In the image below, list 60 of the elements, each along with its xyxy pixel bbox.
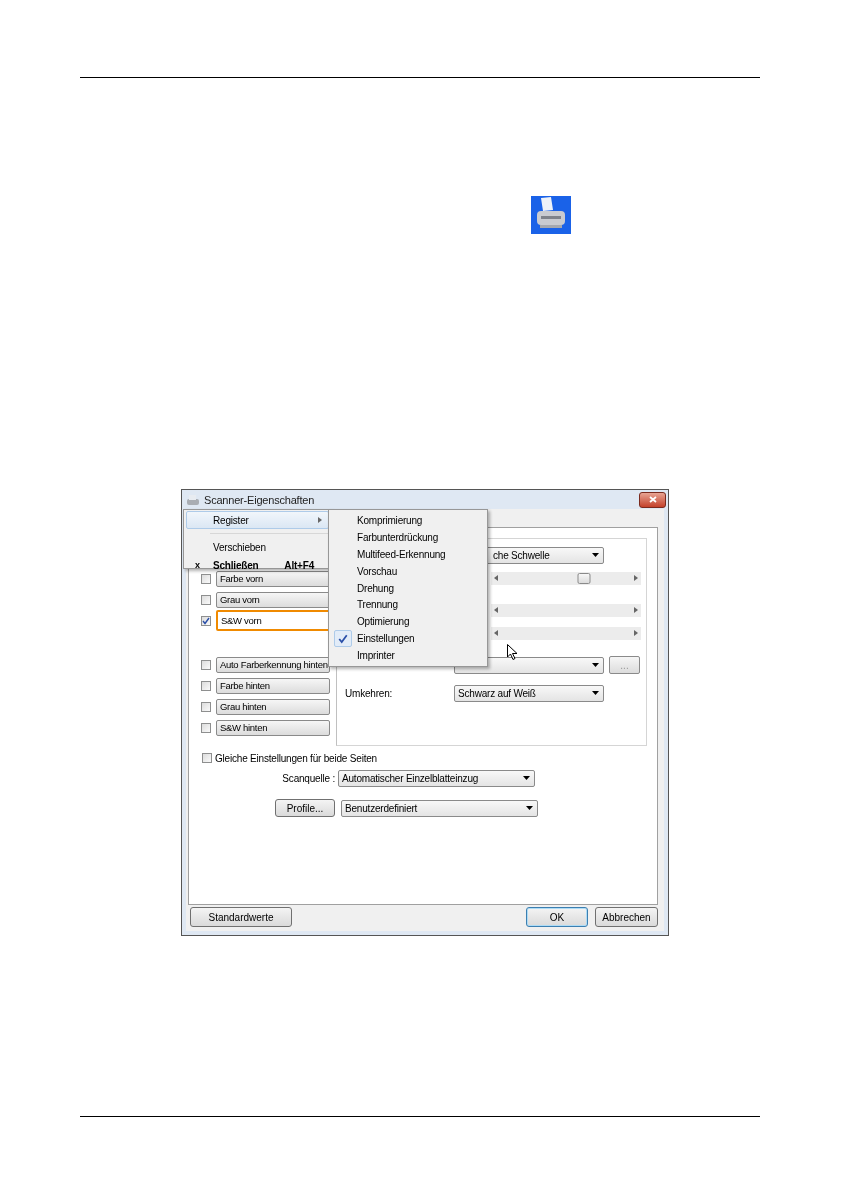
profile-button[interactable]: Profile...: [275, 799, 335, 817]
checkbox[interactable]: [201, 722, 211, 733]
checkbox[interactable]: [202, 753, 212, 763]
field-label: Umkehren:: [345, 687, 393, 699]
ok-button[interactable]: OK: [526, 907, 588, 927]
slider-track[interactable]: [491, 571, 641, 585]
caret-icon: [523, 776, 530, 780]
right-arrow-icon[interactable]: [318, 517, 322, 523]
dropdown[interactable]: Schwarz auf Weiß: [454, 684, 604, 702]
side-option-button[interactable]: S&W hinten: [216, 719, 330, 736]
right-arrow-icon[interactable]: [634, 607, 638, 613]
checkbox[interactable]: [201, 680, 211, 691]
scanner-icon: [531, 196, 571, 234]
side-option-button[interactable]: Farbe vorn: [216, 570, 330, 587]
checkbox[interactable]: [201, 573, 211, 584]
defaults-button[interactable]: Standardwerte: [190, 907, 292, 927]
menu-item[interactable]: Drehung: [331, 579, 485, 597]
caret-icon: [526, 806, 533, 810]
menu-item[interactable]: Farbunterdrückung: [331, 528, 485, 546]
scanner-icon: [186, 493, 200, 506]
checkbox[interactable]: [201, 659, 211, 670]
field-label: Scanquelle :: [281, 772, 336, 784]
cancel-button[interactable]: Abbrechen: [595, 907, 658, 927]
slider-track[interactable]: [491, 626, 641, 640]
checkbox-label: Gleiche Einstellungen für beide Seiten: [215, 752, 377, 764]
right-arrow-icon[interactable]: [634, 630, 638, 636]
left-arrow-icon[interactable]: [494, 607, 498, 613]
right-arrow-icon[interactable]: [634, 575, 638, 581]
dropdown[interactable]: Benutzerdefiniert: [341, 799, 538, 817]
close-mark: x: [195, 560, 200, 570]
menu-item[interactable]: Imprinter: [331, 647, 485, 664]
left-arrow-icon[interactable]: [494, 575, 498, 581]
side-option-button[interactable]: Grau hinten: [216, 698, 330, 715]
checkmark-icon: [338, 633, 348, 644]
side-option-button[interactable]: Farbe hinten: [216, 677, 330, 694]
menu-item[interactable]: Einstellungen: [331, 630, 485, 648]
caret-icon: [592, 663, 599, 667]
window-title: Scanner-Eigenschaften: [204, 493, 316, 506]
menu-item[interactable]: Vorschau: [331, 562, 485, 580]
checkbox[interactable]: [201, 701, 211, 712]
checkbox[interactable]: [201, 594, 211, 605]
caret-icon: [592, 553, 599, 557]
checkbox[interactable]: [201, 615, 211, 626]
cursor-icon: [507, 644, 518, 660]
shortcut-text: Alt+F4: [284, 559, 314, 571]
menu-item[interactable]: Verschieben: [186, 538, 329, 556]
checkmark-icon: [202, 616, 210, 625]
menu-item[interactable]: Optimierung: [331, 613, 485, 631]
close-icon: [648, 496, 657, 503]
close-button[interactable]: [639, 491, 666, 508]
menu-item[interactable]: Komprimierung: [331, 512, 485, 529]
slider-thumb[interactable]: [577, 572, 591, 584]
menu-item[interactable]: Register: [186, 511, 329, 529]
menu-item[interactable]: Trennung: [331, 596, 485, 614]
slider-track[interactable]: [491, 603, 641, 617]
dropdown[interactable]: Automatischer Einzelblatteinzug: [338, 769, 535, 787]
side-option-button[interactable]: Grau vorn: [216, 591, 330, 608]
left-arrow-icon[interactable]: [494, 630, 498, 636]
caret-icon: [592, 691, 599, 695]
side-option-button[interactable]: Auto Farberkennung hinten: [216, 656, 330, 673]
